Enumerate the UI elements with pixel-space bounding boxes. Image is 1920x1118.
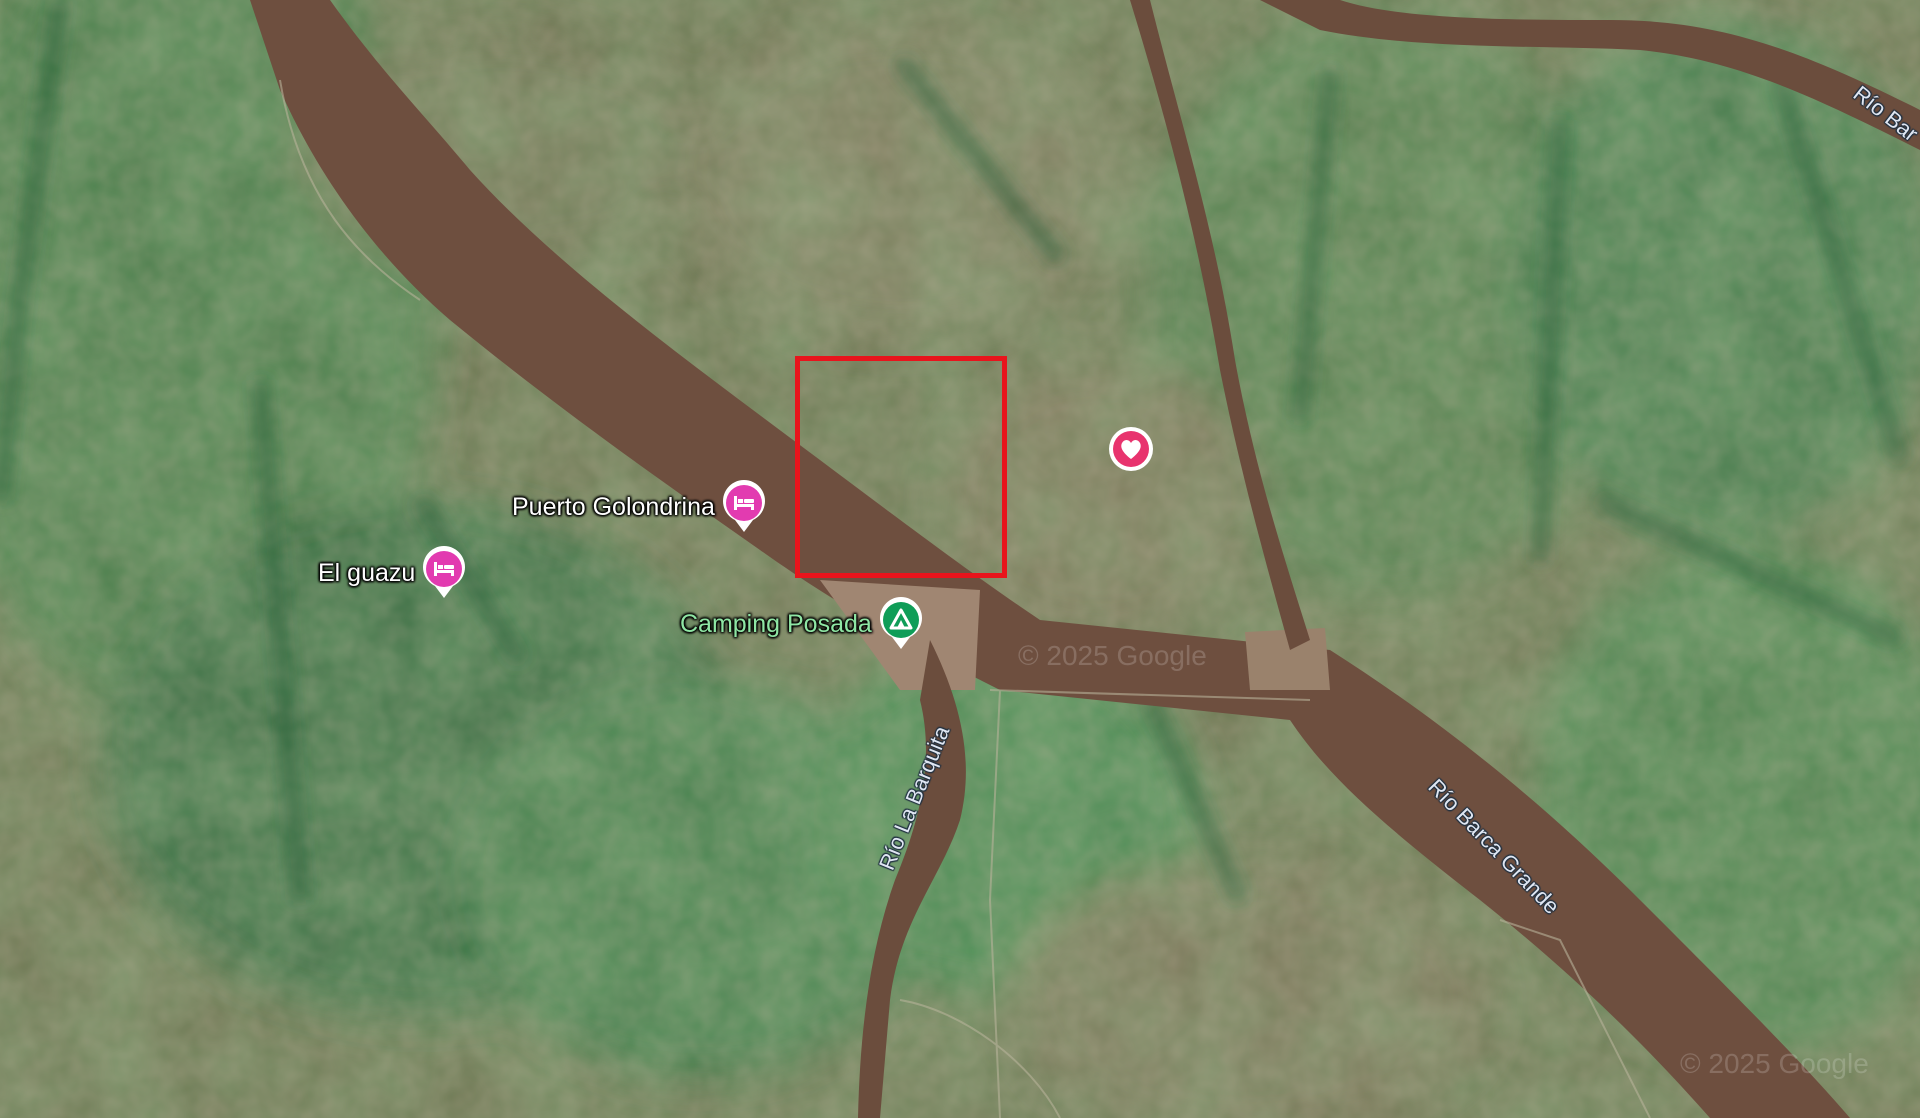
poi-label: El guazu: [318, 558, 416, 587]
poi-label: Camping Posada: [680, 609, 872, 638]
poi-el-guazu[interactable]: El guazu: [318, 546, 467, 600]
poi-puerto-golondrina[interactable]: Puerto Golondrina: [512, 480, 767, 534]
selection-rectangle: [795, 356, 1007, 578]
bed-icon: [721, 480, 767, 534]
bed-icon: [421, 546, 467, 600]
poi-camping-posada[interactable]: Camping Posada: [680, 597, 924, 651]
copyright-watermark: © 2025 Google: [1018, 640, 1207, 671]
tent-icon: [878, 597, 924, 651]
copyright-watermark: © 2025 Google: [1680, 1048, 1869, 1079]
heart-icon[interactable]: [1108, 426, 1154, 472]
satellite-map[interactable]: Puerto Golondrina El guazu Camping Posad…: [0, 0, 1920, 1118]
poi-label: Puerto Golondrina: [512, 492, 715, 521]
